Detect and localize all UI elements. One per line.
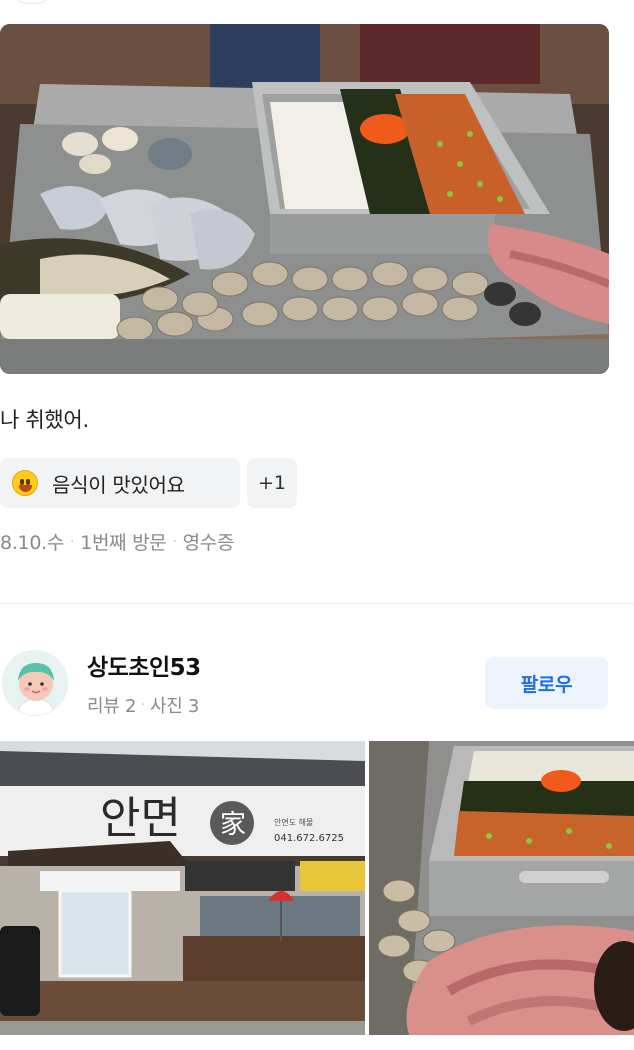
smiling-face-icon xyxy=(12,470,38,496)
tag-label: 음식이 맛있어요 xyxy=(52,472,185,497)
previous-avatar-edge xyxy=(10,0,54,4)
separator-dot: · xyxy=(141,697,145,713)
reviewer-stats: 리뷰 2 · 사진 3 xyxy=(87,692,199,718)
review-text: 나 취했어. xyxy=(0,408,89,432)
review-photo[interactable] xyxy=(0,24,609,374)
section-divider xyxy=(0,603,634,604)
visit-count: 1번째 방문 xyxy=(80,532,167,554)
store-sign-hanja: 家 xyxy=(220,810,246,840)
follow-button[interactable]: 팔로우 xyxy=(485,657,608,709)
avatar[interactable] xyxy=(2,650,68,716)
review-meta: 8.10.수 · 1번째 방문 · 영수증 xyxy=(0,528,234,555)
store-photo[interactable]: 안면 家 안면도 해물 041.672.6725 xyxy=(0,741,365,1035)
separator-dot: · xyxy=(172,533,177,550)
tag-chip-food-tasty[interactable]: 음식이 맛있어요 xyxy=(0,458,240,508)
receipt-proof: 영수증 xyxy=(182,532,235,554)
reviewer-name[interactable]: 상도초인53 xyxy=(87,648,201,682)
store-sign-name: 안면 xyxy=(100,793,181,844)
visit-date: 8.10.수 xyxy=(0,532,65,554)
store-sign-small-text: 안면도 해물 xyxy=(274,817,313,827)
food-photo-2[interactable] xyxy=(369,741,634,1035)
store-sign-phone: 041.672.6725 xyxy=(274,833,344,844)
more-tags-button[interactable]: +1 xyxy=(247,458,297,508)
separator-dot: · xyxy=(70,533,75,550)
review-count: 리뷰 2 xyxy=(87,696,137,717)
photo-count: 사진 3 xyxy=(149,696,200,717)
